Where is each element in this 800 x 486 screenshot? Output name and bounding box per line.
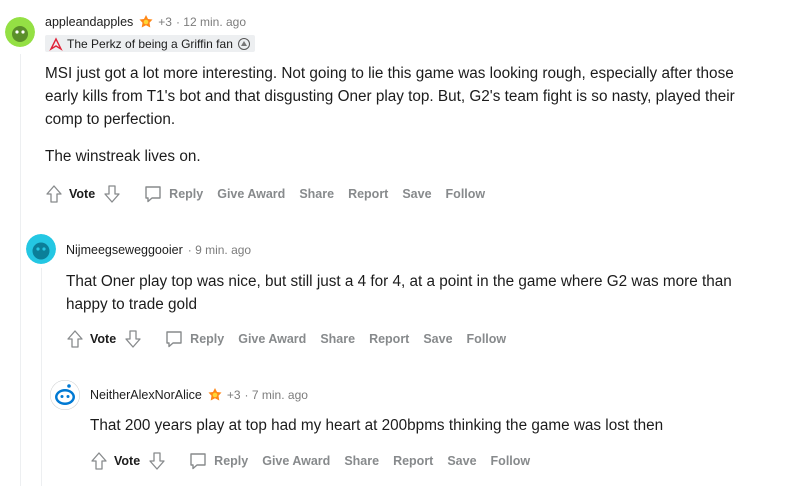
user-flair: The Perkz of being a Griffin fan bbox=[45, 35, 255, 52]
award-icon[interactable] bbox=[138, 14, 154, 30]
comment-body: That 200 years play at top had my heart … bbox=[90, 414, 770, 437]
share-button[interactable]: Share bbox=[320, 332, 355, 346]
report-button[interactable]: Report bbox=[348, 187, 388, 201]
upvote-arrow-icon[interactable] bbox=[66, 329, 84, 349]
comment-actions: Vote Reply Give Award Share Report Save … bbox=[45, 184, 499, 204]
author-link[interactable]: NeitherAlexNorAlice bbox=[90, 388, 202, 402]
comment-bubble-icon bbox=[190, 453, 206, 470]
comment-paragraph: That 200 years play at top had my heart … bbox=[90, 417, 664, 434]
avatar[interactable] bbox=[26, 234, 56, 264]
report-button[interactable]: Report bbox=[393, 454, 433, 468]
give-award-button[interactable]: Give Award bbox=[238, 332, 306, 346]
give-award-button[interactable]: Give Award bbox=[262, 454, 330, 468]
timestamp[interactable]: · 12 min. ago bbox=[176, 15, 246, 29]
reply-label: Reply bbox=[190, 332, 225, 346]
comment-body: That Oner play top was nice, but still j… bbox=[66, 270, 756, 316]
comment-paragraph: That Oner play top was nice, but still j… bbox=[66, 273, 732, 313]
vote-count: Vote bbox=[114, 454, 141, 468]
follow-button[interactable]: Follow bbox=[446, 187, 486, 201]
flair-text: The Perkz of being a Griffin fan bbox=[67, 36, 233, 51]
award-count: +3 bbox=[158, 15, 172, 29]
comment-meta: NeitherAlexNorAlice +3 · 7 min. ago bbox=[90, 387, 308, 403]
downvote-arrow-icon[interactable] bbox=[148, 451, 166, 471]
comment-paragraph: MSI just got a lot more interesting. Not… bbox=[45, 65, 735, 128]
reply-label: Reply bbox=[169, 187, 204, 201]
vote-count: Vote bbox=[90, 332, 117, 346]
author-link[interactable]: appleandapples bbox=[45, 15, 133, 29]
upvote-arrow-icon[interactable] bbox=[90, 451, 108, 471]
avatar-snoo-icon bbox=[26, 234, 56, 264]
give-award-button[interactable]: Give Award bbox=[217, 187, 285, 201]
comment-body: MSI just got a lot more interesting. Not… bbox=[45, 62, 765, 168]
timestamp[interactable]: · 7 min. ago bbox=[245, 388, 308, 402]
comment-actions: Vote Reply Give Award Share Report Save … bbox=[90, 451, 544, 471]
timestamp[interactable]: · 9 min. ago bbox=[188, 243, 251, 257]
avatar-snoo-icon bbox=[5, 17, 35, 47]
share-button[interactable]: Share bbox=[344, 454, 379, 468]
comment-meta: appleandapples +3 · 12 min. ago bbox=[45, 14, 246, 30]
share-button[interactable]: Share bbox=[299, 187, 334, 201]
follow-button[interactable]: Follow bbox=[491, 454, 531, 468]
save-button[interactable]: Save bbox=[423, 332, 452, 346]
avatar[interactable] bbox=[50, 380, 80, 410]
reply-button[interactable]: Reply bbox=[164, 329, 224, 349]
report-button[interactable]: Report bbox=[369, 332, 409, 346]
flair-emblem-icon bbox=[49, 36, 63, 51]
comment-bubble-icon bbox=[145, 186, 161, 203]
reply-button[interactable]: Reply bbox=[143, 184, 203, 204]
author-link[interactable]: Nijmeegseweggooier bbox=[66, 243, 183, 257]
flair-griffin-icon bbox=[237, 37, 250, 50]
vote-count: Vote bbox=[69, 187, 96, 201]
avatar[interactable] bbox=[5, 17, 35, 47]
thread-line[interactable] bbox=[20, 54, 21, 486]
award-icon[interactable] bbox=[207, 387, 223, 403]
award-count: +3 bbox=[226, 388, 241, 402]
reply-button[interactable]: Reply bbox=[188, 451, 248, 471]
thread-line[interactable] bbox=[41, 268, 42, 486]
comment-meta: Nijmeegseweggooier · 9 min. ago bbox=[66, 243, 251, 257]
save-button[interactable]: Save bbox=[402, 187, 431, 201]
downvote-arrow-icon[interactable] bbox=[103, 184, 121, 204]
downvote-arrow-icon[interactable] bbox=[124, 329, 142, 349]
comment-bubble-icon bbox=[166, 331, 182, 348]
upvote-arrow-icon[interactable] bbox=[45, 184, 63, 204]
reply-label: Reply bbox=[214, 454, 249, 468]
comment-actions: Vote Reply Give Award Share Report Save … bbox=[66, 329, 520, 349]
save-button[interactable]: Save bbox=[447, 454, 476, 468]
follow-button[interactable]: Follow bbox=[467, 332, 507, 346]
comment-paragraph: The winstreak lives on. bbox=[45, 148, 201, 165]
avatar-snoo-icon bbox=[50, 380, 80, 410]
